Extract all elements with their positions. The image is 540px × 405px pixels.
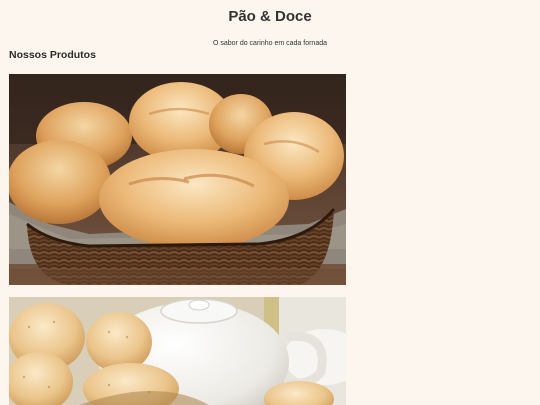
product-image-bread-basket (9, 74, 346, 285)
teapot-rolls-image (9, 297, 346, 405)
page: Pão & Doce O sabor do carinho em cada fo… (0, 0, 540, 405)
site-header: Pão & Doce O sabor do carinho em cada fo… (0, 0, 540, 48)
bread-basket-image (9, 74, 346, 285)
products-section-title: Nossos Produtos (9, 49, 96, 61)
product-image-teapot-rolls (9, 297, 346, 405)
bread-roll (86, 312, 152, 372)
site-tagline: O sabor do carinho em cada fornada (212, 40, 327, 47)
bread-loaf-front (99, 149, 289, 249)
site-title: Pão & Doce (228, 8, 312, 25)
bread-loaf (9, 140, 111, 224)
